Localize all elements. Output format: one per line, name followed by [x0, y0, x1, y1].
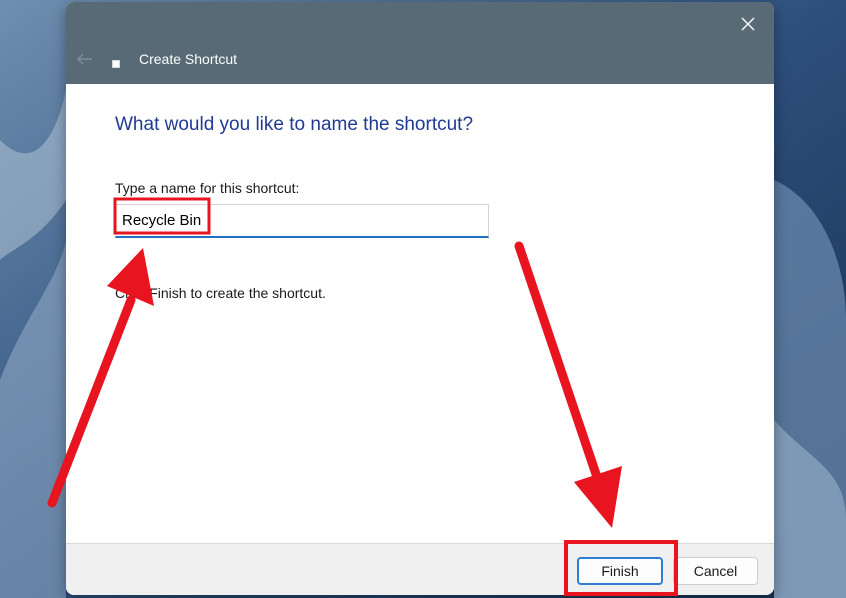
dialog-footer: Finish Cancel: [66, 543, 774, 595]
dialog-title: Create Shortcut: [139, 51, 238, 67]
close-icon: [741, 17, 755, 31]
title-bar: Create Shortcut: [66, 2, 774, 84]
finish-hint-text: Click Finish to create the shortcut.: [115, 285, 326, 301]
shortcut-icon: [112, 60, 120, 68]
shortcut-name-label: Type a name for this shortcut:: [115, 180, 300, 196]
close-button[interactable]: [734, 10, 762, 38]
cancel-button[interactable]: Cancel: [673, 557, 758, 585]
back-button[interactable]: [74, 48, 96, 70]
dialog-heading: What would you like to name the shortcut…: [115, 114, 474, 135]
finish-button[interactable]: Finish: [577, 557, 663, 585]
create-shortcut-dialog: Create Shortcut What would you like to n…: [66, 2, 774, 595]
back-arrow-icon: [77, 53, 92, 65]
shortcut-name-input[interactable]: [115, 204, 489, 238]
